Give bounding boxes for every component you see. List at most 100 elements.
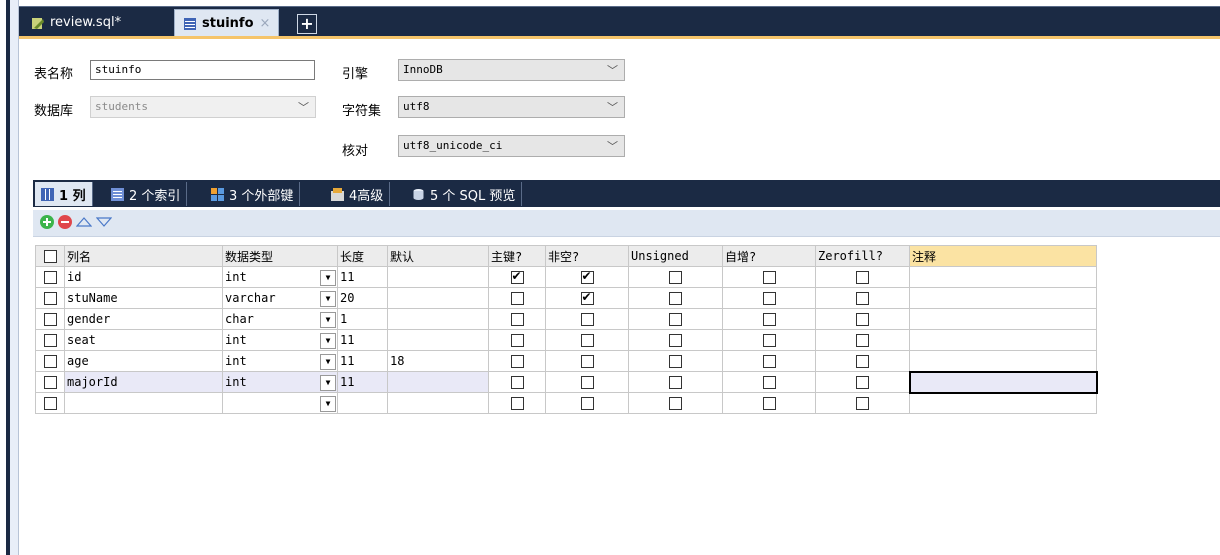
data-type-cell[interactable]: int ▼	[222, 266, 338, 288]
charset-select[interactable]: utf8 ﹀	[398, 96, 625, 118]
comment-cell[interactable]	[909, 308, 1097, 330]
auto-increment-checkbox[interactable]	[722, 392, 816, 414]
table-row[interactable]: seat int ▼ 11	[35, 329, 1097, 351]
data-type-cell[interactable]: int ▼	[222, 371, 338, 393]
primary-key-checkbox[interactable]	[488, 392, 546, 414]
primary-key-checkbox[interactable]	[488, 308, 546, 330]
default-cell[interactable]	[387, 266, 489, 288]
length-cell[interactable]: 20	[337, 287, 388, 309]
remove-column-button[interactable]	[58, 215, 72, 229]
header-zerofill[interactable]: Zerofill?	[815, 245, 910, 267]
default-cell[interactable]: 18	[387, 350, 489, 372]
length-cell[interactable]: 11	[337, 350, 388, 372]
data-type-cell[interactable]: ▼	[222, 392, 338, 414]
column-name-cell[interactable]: gender	[64, 308, 223, 330]
row-select-checkbox[interactable]	[35, 308, 65, 330]
row-select-checkbox[interactable]	[35, 266, 65, 288]
row-select-checkbox[interactable]	[35, 329, 65, 351]
tab-advanced[interactable]: 4高级	[325, 182, 391, 206]
dropdown-arrow-icon[interactable]: ▼	[320, 270, 336, 286]
unsigned-checkbox[interactable]	[628, 392, 723, 414]
header-column-name[interactable]: 列名	[64, 245, 223, 267]
row-select-checkbox[interactable]	[35, 287, 65, 309]
dropdown-arrow-icon[interactable]: ▼	[320, 333, 336, 349]
auto-increment-checkbox[interactable]	[722, 329, 816, 351]
length-cell[interactable]: 11	[337, 329, 388, 351]
zerofill-checkbox[interactable]	[815, 308, 910, 330]
length-cell[interactable]: 11	[337, 371, 388, 393]
zerofill-checkbox[interactable]	[815, 266, 910, 288]
header-data-type[interactable]: 数据类型	[222, 245, 338, 267]
table-row[interactable]: majorId int ▼ 11	[35, 370, 1098, 394]
primary-key-checkbox[interactable]	[488, 371, 546, 393]
row-select-checkbox[interactable]	[35, 392, 65, 414]
auto-increment-checkbox[interactable]	[722, 266, 816, 288]
primary-key-checkbox[interactable]	[488, 287, 546, 309]
column-name-cell[interactable]: id	[64, 266, 223, 288]
data-type-cell[interactable]: int ▼	[222, 329, 338, 351]
zerofill-checkbox[interactable]	[815, 371, 910, 393]
collation-select[interactable]: utf8_unicode_ci ﹀	[398, 135, 625, 157]
tab-stuinfo[interactable]: stuinfo ×	[174, 9, 280, 37]
comment-cell[interactable]	[908, 370, 1098, 394]
select-all-checkbox[interactable]	[35, 245, 65, 267]
table-row[interactable]: stuName varchar ▼ 20	[35, 287, 1097, 309]
unsigned-checkbox[interactable]	[628, 266, 723, 288]
zerofill-checkbox[interactable]	[815, 329, 910, 351]
tab-indexes[interactable]: 2 个索引	[105, 182, 188, 206]
move-down-button[interactable]	[95, 215, 113, 229]
header-comment[interactable]: 注释	[909, 245, 1097, 267]
unsigned-checkbox[interactable]	[628, 329, 723, 351]
column-name-cell[interactable]: age	[64, 350, 223, 372]
default-cell[interactable]	[387, 371, 489, 393]
add-column-button[interactable]	[40, 215, 54, 229]
zerofill-checkbox[interactable]	[815, 350, 910, 372]
close-icon[interactable]: ×	[260, 16, 271, 31]
dropdown-arrow-icon[interactable]: ▼	[320, 396, 336, 412]
comment-cell[interactable]	[909, 392, 1097, 414]
unsigned-checkbox[interactable]	[628, 308, 723, 330]
tab-sql-preview[interactable]: 5 个 SQL 预览	[406, 182, 523, 206]
not-null-checkbox[interactable]	[545, 350, 629, 372]
comment-cell[interactable]	[909, 266, 1097, 288]
header-not-null[interactable]: 非空?	[545, 245, 629, 267]
zerofill-checkbox[interactable]	[815, 287, 910, 309]
column-name-cell[interactable]	[64, 392, 223, 414]
tab-foreign-keys[interactable]: 3 个外部键	[205, 182, 301, 206]
data-type-cell[interactable]: varchar ▼	[222, 287, 338, 309]
tab-columns[interactable]: 1 列	[35, 182, 93, 206]
length-cell[interactable]: 11	[337, 266, 388, 288]
auto-increment-checkbox[interactable]	[722, 308, 816, 330]
default-cell[interactable]	[387, 287, 489, 309]
row-select-checkbox[interactable]	[35, 350, 65, 372]
table-row[interactable]: id int ▼ 11	[35, 266, 1097, 288]
table-row[interactable]: age int ▼ 11 18	[35, 350, 1097, 372]
header-length[interactable]: 长度	[337, 245, 388, 267]
comment-cell[interactable]	[909, 350, 1097, 372]
column-name-cell[interactable]: seat	[64, 329, 223, 351]
not-null-checkbox[interactable]	[545, 392, 629, 414]
header-unsigned[interactable]: Unsigned	[628, 245, 723, 267]
unsigned-checkbox[interactable]	[628, 287, 723, 309]
column-name-cell[interactable]: majorId	[64, 371, 223, 393]
primary-key-checkbox[interactable]	[488, 329, 546, 351]
not-null-checkbox[interactable]	[545, 371, 629, 393]
auto-increment-checkbox[interactable]	[722, 350, 816, 372]
length-cell[interactable]	[337, 392, 388, 414]
tab-review-sql[interactable]: review.sql*	[23, 10, 129, 35]
table-row[interactable]: gender char ▼ 1	[35, 308, 1097, 330]
not-null-checkbox[interactable]	[545, 266, 629, 288]
default-cell[interactable]	[387, 308, 489, 330]
comment-cell[interactable]	[909, 287, 1097, 309]
unsigned-checkbox[interactable]	[628, 350, 723, 372]
table-row[interactable]: ▼	[35, 392, 1097, 414]
add-tab-button[interactable]: +	[297, 14, 317, 34]
engine-select[interactable]: InnoDB ﹀	[398, 59, 625, 81]
unsigned-checkbox[interactable]	[628, 371, 723, 393]
primary-key-checkbox[interactable]	[488, 350, 546, 372]
column-name-cell[interactable]: stuName	[64, 287, 223, 309]
default-cell[interactable]	[387, 392, 489, 414]
not-null-checkbox[interactable]	[545, 308, 629, 330]
default-cell[interactable]	[387, 329, 489, 351]
dropdown-arrow-icon[interactable]: ▼	[320, 354, 336, 370]
